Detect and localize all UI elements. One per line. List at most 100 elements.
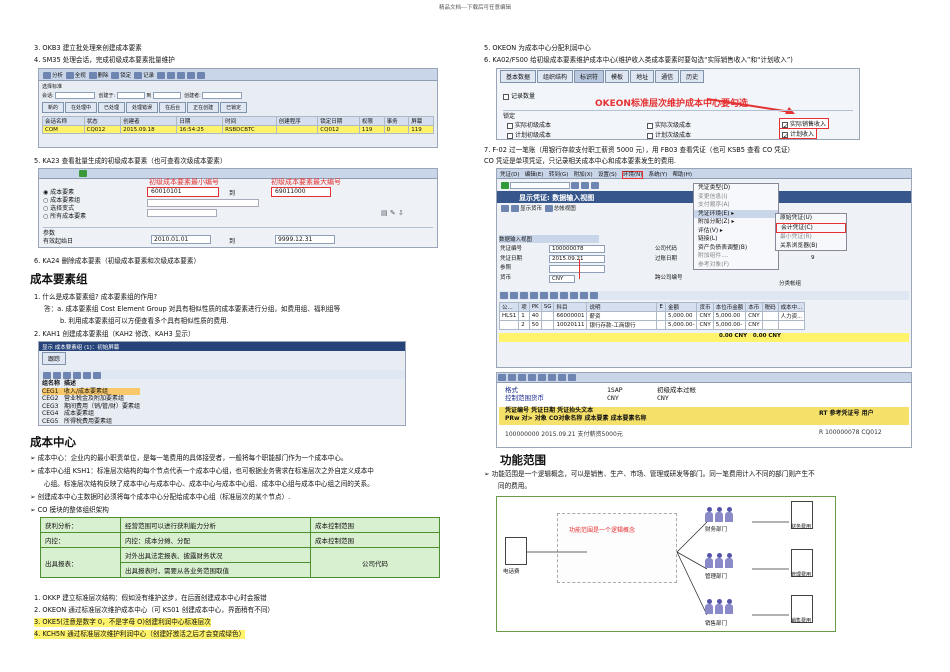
from-field[interactable]: 60010101 — [147, 187, 219, 197]
center-bullet-1: ➢ 成本中心：企业内的最小职责单位，是每一笔费用的具体接受者，一般将每个职能部门… — [30, 454, 348, 462]
session-field[interactable] — [55, 92, 96, 99]
menu-environment[interactable]: 环境(N) — [621, 171, 644, 179]
menu-settings[interactable]: 设置(S) — [598, 172, 617, 178]
line-items-table: 公... 项 PK SG 科目 说明 E 金额 货币 本位币金额 本币 税码 成本中... HLS1 1… — [498, 302, 806, 330]
execute-icon[interactable] — [79, 169, 87, 177]
dd-change-info[interactable]: 变更信息(I) — [694, 193, 778, 202]
check-plan-revenue[interactable]: ✓ 计划收入 — [779, 128, 818, 139]
check-actual-secondary[interactable]: 实际次级成本 — [647, 120, 691, 129]
curr-field[interactable]: CNY — [549, 275, 575, 283]
table-row[interactable]: HLS1 1 40 66000001 薪资 5,000.00 CNY 5,000.00 CNY 人… — [498, 311, 806, 321]
step-ka23: 5. KA23 查看批量生成的初级成本要素（也可查看次级成本要素） — [34, 157, 227, 165]
tab-creating[interactable]: 正在创建 — [187, 102, 220, 113]
tab-background[interactable]: 在后台 — [159, 102, 187, 113]
tab-indicator[interactable]: 标识符 — [574, 70, 605, 83]
co-header-values: 1SAP CNY — [607, 386, 623, 402]
variant-field[interactable] — [147, 209, 217, 217]
select-criteria-label: 选择标准 — [42, 84, 63, 90]
menu-edit[interactable]: 编辑(E) — [525, 172, 544, 178]
check-actual-primary[interactable]: 实际初级成本 — [507, 120, 551, 129]
radio-variant[interactable]: ○ 选择变式 — [43, 205, 86, 213]
col-session: 会话名称 — [42, 116, 85, 126]
radio-cost-element[interactable]: ◉ 成本要素 — [43, 189, 86, 197]
step-sm35: 4. SM35 处理会话，完成初级成本要素批量维护 — [34, 56, 175, 64]
menu-help[interactable]: 帮助(H) — [673, 172, 692, 178]
radio-all[interactable]: ○ 所有成本要素 — [43, 213, 86, 221]
tab-processed[interactable]: 已处理 — [98, 102, 126, 113]
table-row[interactable]: CEG4 成本要素组 — [42, 410, 140, 418]
step-okb3: 3. OKB3 建立批处理来创建成本要素 — [34, 44, 142, 52]
valid-from-field[interactable]: 2010.01.01 — [151, 235, 211, 244]
menu-goto[interactable]: 转到(G) — [549, 172, 569, 178]
tab-new[interactable]: 新的 — [42, 102, 65, 113]
tool-delete[interactable]: 删除 — [98, 73, 109, 79]
view-icon[interactable] — [65, 72, 74, 79]
dd-doc-env[interactable]: 凭证环境(E) ▸ — [694, 209, 778, 218]
dd-pay-order[interactable]: 支付顺序(A) — [694, 201, 778, 210]
dd-ref-object[interactable]: 参考对象(F) — [694, 261, 778, 270]
menu-system[interactable]: 系统(Y) — [649, 172, 668, 178]
doc-date-field[interactable]: 2015.09.21 — [549, 255, 605, 263]
record-icon[interactable] — [134, 72, 143, 79]
tab-error[interactable]: 处理错误 — [126, 102, 159, 113]
valid-to-field[interactable]: 9999.12.31 — [275, 235, 335, 244]
table-row[interactable]: CEG5 所得税费用要素组 — [42, 418, 140, 426]
copy-icons[interactable]: ▤ ✎ ⇩ — [381, 209, 404, 217]
tab-address[interactable]: 地址 — [630, 70, 655, 83]
valid-label: 有效起始日 — [43, 238, 74, 245]
sub-original-doc[interactable]: 原始凭证(U) — [776, 214, 846, 223]
tab-org[interactable]: 组织结构 — [537, 70, 574, 83]
check-plan-primary[interactable]: 计划初级成本 — [507, 130, 551, 139]
menu-extras[interactable]: 附加(X) — [574, 172, 593, 178]
tool-view[interactable]: 全视 — [75, 73, 86, 79]
dd-link[interactable]: 链接(L) — [694, 235, 778, 244]
person-icon — [705, 507, 713, 523]
tool-gl-view[interactable]: 总帐视图 — [554, 206, 576, 212]
check-plan-secondary[interactable]: 计划次级成本 — [647, 130, 691, 139]
co-row[interactable]: 100000000 2015.09.21 支付薪资5000元 — [505, 429, 623, 438]
menu-doc[interactable]: 凭证(D) — [500, 172, 520, 178]
dd-balance-adjust[interactable]: 资产负债表调整(B) — [694, 244, 778, 253]
table-row[interactable]: CEG1 收入/成本要素组 — [42, 387, 141, 395]
table-row[interactable]: CEG2 营业税金及附加要素组 — [42, 395, 140, 403]
sub-min-doc[interactable]: 最小凭证(R) — [776, 233, 846, 242]
tab-template[interactable]: 模板 — [605, 70, 630, 83]
tab-locked[interactable]: 已锁定 — [220, 102, 248, 113]
ledger-label: 分类帐组 — [779, 281, 802, 287]
tab-comm[interactable]: 通信 — [655, 70, 680, 83]
tool-record[interactable]: 记录 — [143, 73, 154, 79]
table-row[interactable]: COM CQ012 2015.09.18 16:54:25 RSBDCBTC CQ012 1… — [42, 125, 434, 134]
delete-icon[interactable] — [88, 72, 97, 79]
table-row[interactable]: 2 50 10020111 银行存款-工商银行 5,000.00- CNY 5,000.00… — [498, 320, 806, 330]
to-field[interactable]: 69011000 — [271, 187, 331, 197]
lock-icon[interactable] — [111, 72, 120, 79]
group-field[interactable] — [147, 199, 259, 207]
group-question: 1. 什么是成本要素组? 成本要素组的作用? — [34, 293, 157, 301]
col-group-name: 组名称 — [42, 380, 61, 387]
analyze-icon[interactable] — [43, 72, 51, 79]
tab-in-process[interactable]: 在处理中 — [65, 102, 98, 113]
ref-field[interactable] — [549, 265, 605, 273]
tab-basic[interactable]: 基本数据 — [500, 70, 537, 83]
record-qty-check[interactable]: 记录数量 — [503, 91, 535, 100]
sub-accounting-doc[interactable]: 会计凭证(C) — [776, 222, 846, 233]
tool-lock[interactable]: 锁定 — [120, 73, 131, 79]
dd-addons[interactable]: 附加组件.... — [694, 252, 778, 261]
doc-no-field[interactable]: 100000078 — [549, 245, 605, 253]
sub-relation-browser[interactable]: 关系浏览器(B) — [776, 242, 846, 251]
radio-cost-element-group[interactable]: ○ 成本要素组 — [43, 197, 86, 205]
created-from-field[interactable] — [116, 92, 145, 99]
tab-track[interactable]: 跟踪 — [42, 352, 67, 365]
confirm-icon[interactable] — [501, 181, 509, 189]
dd-eval[interactable]: 评估(V) ▸ — [694, 227, 778, 236]
dd-doc-type[interactable]: 凭证类型(D) — [694, 184, 778, 193]
dd-add-assign[interactable]: 附加分配(Z) ▸ — [694, 218, 778, 227]
created-to-field[interactable] — [152, 92, 181, 99]
tool-show-currency[interactable]: 显示货币 — [520, 206, 542, 212]
creator-field[interactable] — [202, 92, 243, 99]
co-row-right[interactable]: R 100000078 CQ012 — [819, 429, 882, 436]
table-row[interactable]: CEG3 期间费用（销/管/财）要素组 — [42, 403, 140, 411]
flow-arrows — [527, 521, 789, 616]
tool-analyze[interactable]: 分析 — [52, 73, 63, 79]
tab-history[interactable]: 历史 — [680, 70, 705, 83]
